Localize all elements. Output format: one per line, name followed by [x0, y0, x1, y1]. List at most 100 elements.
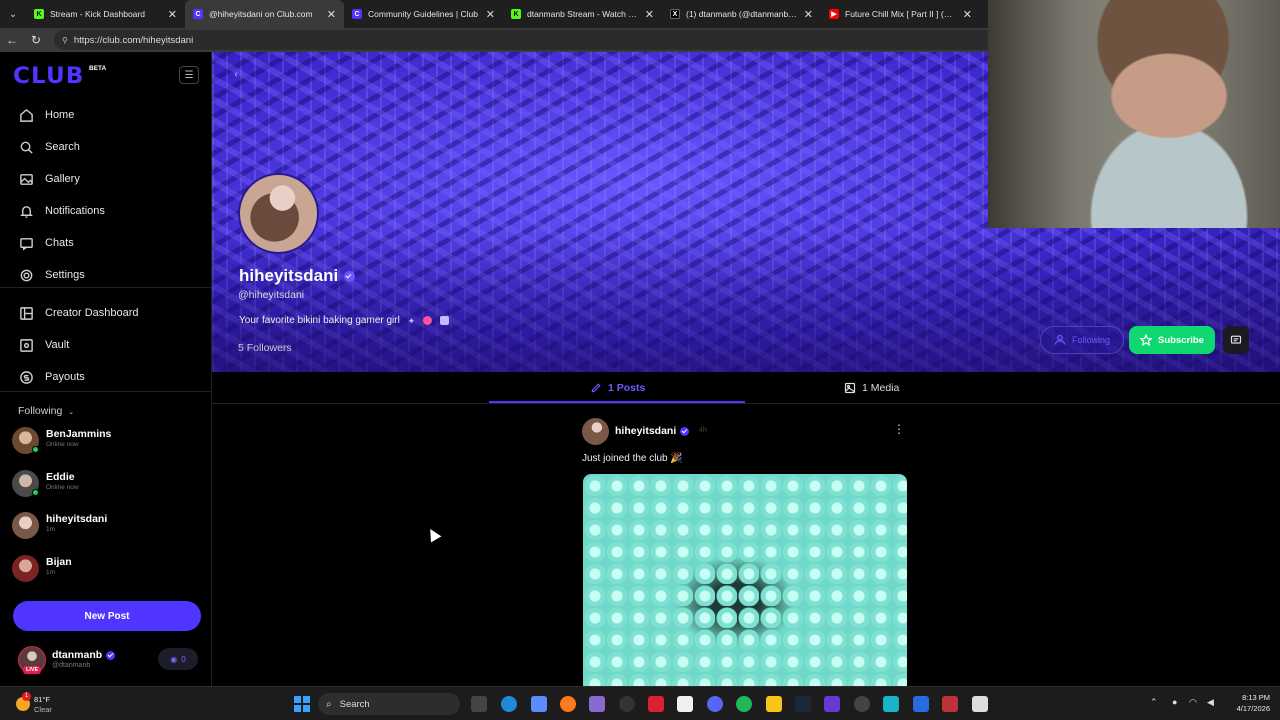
following-status: Online now	[46, 484, 79, 491]
tab-title: Community Guidelines | Club	[368, 9, 478, 19]
following-section-toggle[interactable]: Following ⌄	[18, 405, 74, 417]
current-user-card[interactable]: LIVE dtanmanb @dtanmanb ◉ 0	[18, 646, 202, 680]
following-name: BenJammins	[46, 428, 112, 440]
user-icon	[1054, 334, 1066, 345]
nav-search[interactable]: Search	[18, 137, 80, 157]
close-tab-icon[interactable]: ✕	[645, 8, 654, 21]
token-icon: ◉	[170, 654, 178, 664]
followers-count[interactable]: 5 Followers	[238, 342, 292, 354]
app-icon[interactable]	[648, 696, 664, 712]
nav-gallery[interactable]: Gallery	[18, 169, 80, 189]
close-tab-icon[interactable]: ✕	[486, 8, 495, 21]
profile-name-text: hiheyitsdani	[239, 266, 339, 285]
close-tab-icon[interactable]: ✕	[327, 8, 336, 21]
microphone-icon[interactable]: ●	[1172, 697, 1177, 707]
subscribe-button-label: Subscribe	[1158, 334, 1204, 346]
nav-payouts[interactable]: Payouts	[18, 367, 85, 387]
tab-label: 1 Media	[862, 382, 900, 394]
system-clock[interactable]: 8:13 PM 4/17/2026	[1222, 692, 1270, 714]
browser-tab[interactable]: X (1) dtanmanb (@dtanmanb) / X ✕	[662, 0, 821, 28]
search-icon: ⌕	[326, 698, 332, 710]
message-button[interactable]	[1223, 326, 1249, 354]
tab-media[interactable]: 1 Media	[844, 372, 899, 404]
nav-notifications[interactable]: Notifications	[18, 201, 105, 221]
wifi-icon[interactable]: ◠	[1189, 697, 1197, 708]
obs-icon[interactable]	[619, 696, 635, 712]
token-balance-button[interactable]: ◉ 0	[158, 648, 198, 670]
nav-creator-dashboard[interactable]: Creator Dashboard	[18, 303, 139, 323]
app-icon[interactable]	[883, 696, 899, 712]
browser-tab[interactable]: C Community Guidelines | Club ✕	[344, 0, 503, 28]
back-arrow-icon[interactable]: ←	[0, 33, 24, 47]
tab-posts[interactable]: 1 Posts	[590, 372, 645, 404]
profile-avatar[interactable]	[238, 173, 319, 254]
edge-icon[interactable]	[501, 696, 517, 712]
post-text: Just joined the club 🎉	[582, 453, 683, 464]
post-image[interactable]	[583, 474, 907, 686]
x-icon: X	[670, 9, 680, 19]
more-options-icon[interactable]: ⋮	[893, 423, 905, 435]
spotify-icon[interactable]	[736, 696, 752, 712]
club-icon: C	[193, 9, 203, 19]
app-icon[interactable]	[589, 696, 605, 712]
nav-settings[interactable]: Settings	[18, 265, 85, 285]
browser-tab-active[interactable]: C @hiheyitsdani on Club.com ✕	[185, 0, 344, 28]
controller-emoji-icon: ✦	[407, 315, 416, 326]
clock-time: 8:13 PM	[1242, 693, 1270, 702]
nav-chats[interactable]: Chats	[18, 233, 74, 253]
back-chevron-icon[interactable]: ‹	[228, 66, 244, 82]
itunes-icon[interactable]	[677, 696, 693, 712]
following-item-eddie[interactable]: Eddie Online now	[12, 468, 202, 498]
mouse-cursor	[425, 526, 442, 543]
close-tab-icon[interactable]: ✕	[168, 8, 177, 21]
kick-icon: K	[511, 9, 521, 19]
file-explorer-icon[interactable]	[766, 696, 782, 712]
site-info-icon[interactable]: ⚲	[62, 36, 68, 45]
subscribe-button[interactable]: Subscribe	[1129, 326, 1215, 354]
app-icon[interactable]	[824, 696, 840, 712]
url-field[interactable]: ⚲ https://club.com/hiheyitsdani	[54, 30, 1004, 50]
pencil-icon	[591, 383, 601, 393]
browser-tab[interactable]: K Stream - Kick Dashboard ✕	[26, 0, 185, 28]
club-logo[interactable]: CLUB	[13, 64, 84, 89]
chat-icon	[18, 235, 34, 251]
nav-vault[interactable]: Vault	[18, 335, 69, 355]
tab-title: dtanmanb Stream - Watch Live on	[527, 9, 639, 19]
start-button[interactable]	[294, 696, 310, 712]
close-tab-icon[interactable]: ✕	[963, 8, 972, 21]
app-icon[interactable]	[942, 696, 958, 712]
steam-icon[interactable]	[795, 696, 811, 712]
volume-icon[interactable]: ◀	[1207, 697, 1214, 708]
taskbar-search[interactable]: ⌕ Search	[318, 693, 460, 715]
following-item-bijan[interactable]: Bijan 1m	[12, 553, 202, 583]
post-author-name[interactable]: hiheyitsdani	[615, 425, 690, 437]
following-item-benjammins[interactable]: BenJammins Online now	[12, 425, 202, 455]
notification-badge: 1	[22, 692, 31, 701]
reload-icon[interactable]: ↻	[24, 33, 48, 47]
browser-tab[interactable]: ▶ Future Chill Mix [ Part II ] (1 H ✕	[821, 0, 980, 28]
following-button[interactable]: Following	[1040, 326, 1124, 354]
fx-icon[interactable]	[913, 696, 929, 712]
discord-icon[interactable]	[707, 696, 723, 712]
post-author-avatar[interactable]	[582, 418, 609, 445]
app-icon[interactable]	[972, 696, 988, 712]
copilot-icon[interactable]	[531, 696, 547, 712]
search-icon	[18, 139, 34, 155]
new-post-button[interactable]: New Post	[13, 601, 201, 631]
app-icon[interactable]	[854, 696, 870, 712]
browser-tab[interactable]: K dtanmanb Stream - Watch Live on ✕	[503, 0, 662, 28]
show-hidden-icons[interactable]: ⌃	[1150, 697, 1158, 708]
hamburger-icon: ☰	[184, 69, 194, 81]
gear-icon	[18, 267, 34, 283]
collapse-menu-button[interactable]: ☰	[179, 66, 199, 84]
following-item-hiheyitsdani[interactable]: hiheyitsdani 1m	[12, 510, 202, 540]
close-tab-icon[interactable]: ✕	[804, 8, 813, 21]
nav-home[interactable]: Home	[18, 105, 74, 125]
firefox-icon[interactable]	[560, 696, 576, 712]
weather-widget[interactable]: 1 81°F Clear	[14, 692, 74, 716]
tab-list-menu-button[interactable]: ⌄	[0, 0, 26, 28]
avatar	[12, 555, 39, 582]
url-text: https://club.com/hiheyitsdani	[73, 34, 194, 46]
active-tab-indicator	[489, 401, 745, 403]
task-view-icon[interactable]	[471, 696, 487, 712]
